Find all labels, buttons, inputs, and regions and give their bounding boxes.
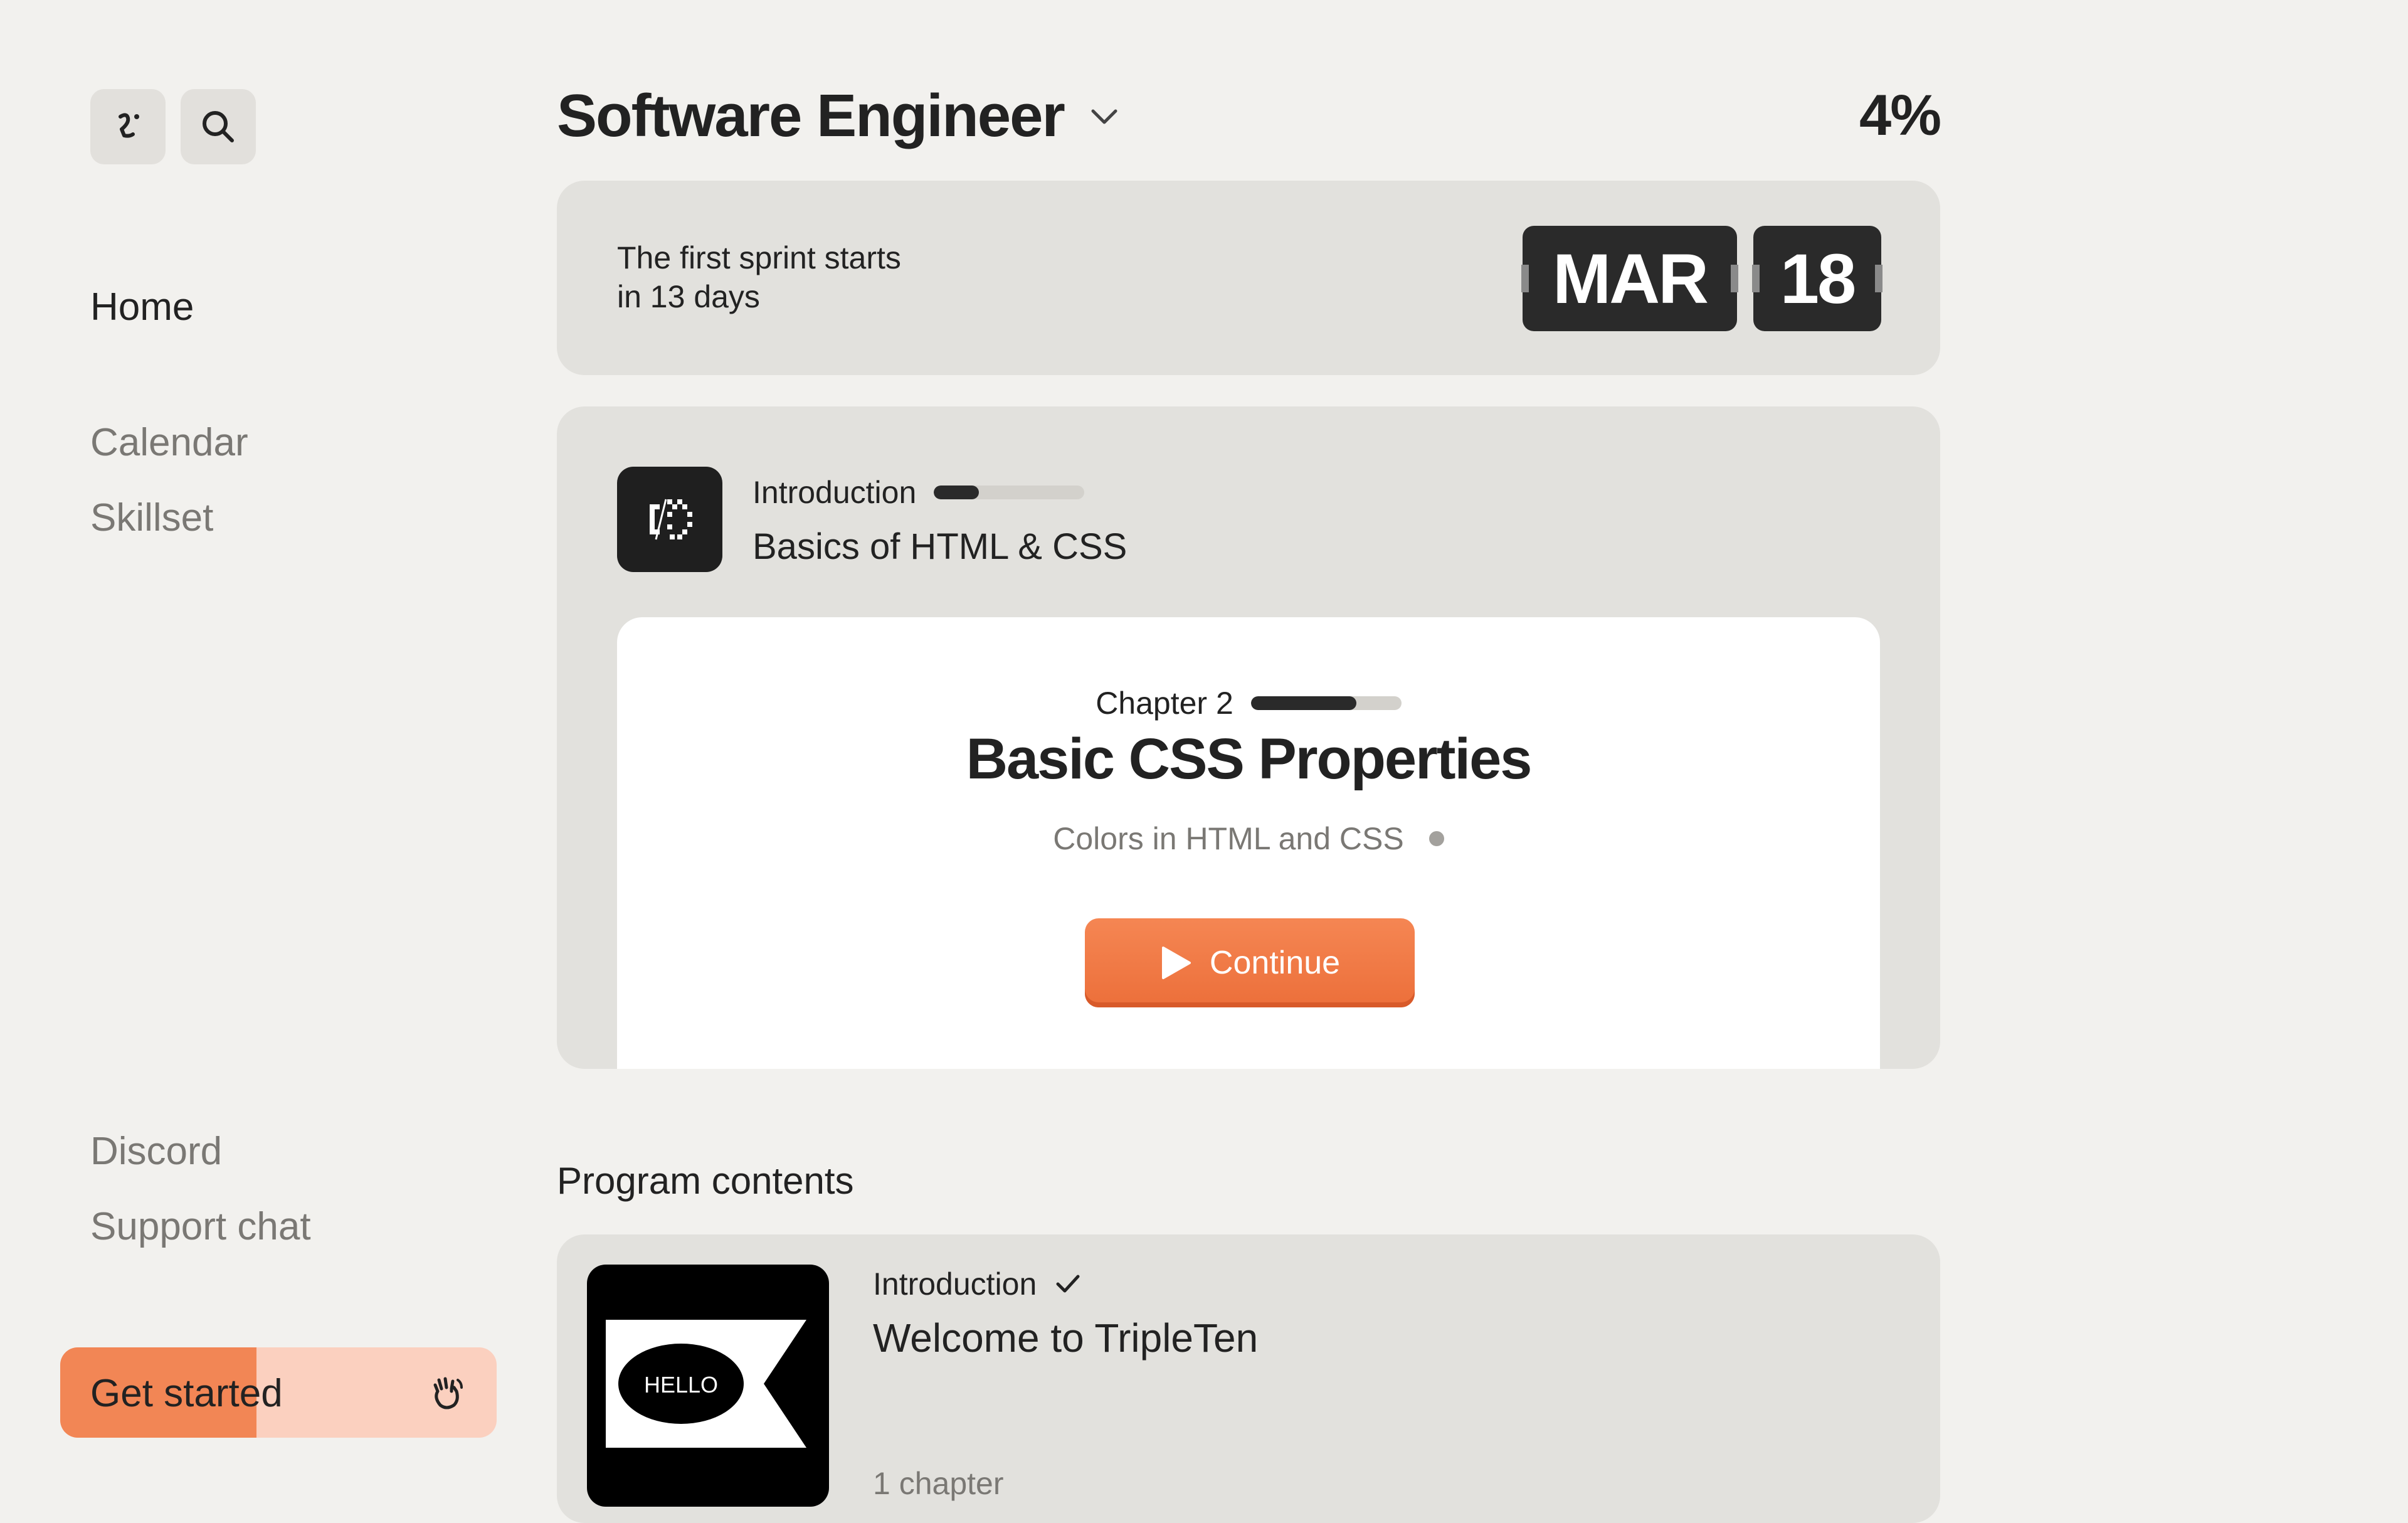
search-icon xyxy=(203,111,234,142)
program-item-thumbnail: HELLO xyxy=(587,1265,829,1507)
course-name[interactable]: Basics of HTML & CSS xyxy=(752,526,1127,568)
get-started-label: Get started xyxy=(90,1372,283,1415)
sprint-date-day: 18 xyxy=(1752,226,1883,331)
sidebar-item-support-chat[interactable]: Support chat xyxy=(90,1204,311,1249)
course-kicker: Introduction xyxy=(752,474,1085,511)
program-item-kicker-label: Introduction xyxy=(873,1266,1037,1302)
profile-face-icon xyxy=(119,113,139,138)
search-button[interactable] xyxy=(181,89,256,164)
sprint-message-line2: in 13 days xyxy=(617,279,760,314)
sprint-date: MAR 18 xyxy=(1521,226,1883,331)
sidebar-item-skillset[interactable]: Skillset xyxy=(90,496,213,540)
chapter-progress-bar xyxy=(1250,696,1402,710)
current-course-card: Introduction Basics of HTML & CSS Chapte… xyxy=(557,406,1940,1069)
sidebar-item-home[interactable]: Home xyxy=(90,285,194,329)
sprint-month-text: MAR xyxy=(1552,239,1709,318)
chapter-kicker: Chapter 2 xyxy=(617,685,1880,721)
program-progress: 4% xyxy=(1859,83,1941,147)
program-title: Software Engineer xyxy=(557,82,1065,149)
sprint-day-text: 18 xyxy=(1780,239,1857,318)
checkmark-icon xyxy=(1056,1275,1080,1293)
sprint-banner: The first sprint starts in 13 days MAR 1… xyxy=(557,181,1940,375)
chevron-down-icon xyxy=(1091,109,1117,124)
program-item-card[interactable]: HELLO Introduction Welcome to TripleTen … xyxy=(557,1234,1940,1523)
profile-button[interactable] xyxy=(90,89,166,164)
course-progress-fill xyxy=(934,486,980,499)
sidebar-item-discord[interactable]: Discord xyxy=(90,1129,222,1174)
sprint-message: The first sprint starts in 13 days xyxy=(617,238,901,316)
course-logo[interactable] xyxy=(617,467,722,572)
lesson-status-dot xyxy=(1428,831,1444,846)
chapter-panel: Chapter 2 Basic CSS Properties Colors in… xyxy=(617,617,1880,1069)
continue-label: Continue xyxy=(1209,945,1341,981)
get-started-button[interactable]: Get started xyxy=(60,1347,497,1438)
program-selector[interactable]: Software Engineer xyxy=(557,82,1122,151)
chapter-progress-fill xyxy=(1250,696,1356,710)
program-item-title: Welcome to TripleTen xyxy=(873,1315,1259,1361)
sprint-message-line1: The first sprint starts xyxy=(617,240,901,275)
chapter-title: Basic CSS Properties xyxy=(966,727,1533,791)
waving-hand-icon xyxy=(433,1377,463,1409)
course-kicker-label: Introduction xyxy=(752,475,917,510)
chapter-label: Chapter 2 xyxy=(1096,686,1233,721)
course-progress-bar xyxy=(934,486,1085,499)
program-item-thumbnail-text: HELLO xyxy=(643,1372,719,1398)
program-contents-heading: Program contents xyxy=(557,1160,854,1202)
program-item-kicker: Introduction xyxy=(873,1266,1082,1302)
sprint-date-month: MAR xyxy=(1521,226,1738,331)
play-icon xyxy=(1161,947,1191,979)
sidebar-top-actions xyxy=(90,89,256,164)
sidebar-item-calendar[interactable]: Calendar xyxy=(90,420,248,465)
program-item-meta: 1 chapter xyxy=(873,1466,1004,1501)
lesson-title: Colors in HTML and CSS xyxy=(1053,821,1404,856)
current-lesson: Colors in HTML and CSS xyxy=(617,820,1880,857)
course-code-icon xyxy=(650,499,692,540)
continue-button[interactable]: Continue xyxy=(1085,918,1415,1007)
